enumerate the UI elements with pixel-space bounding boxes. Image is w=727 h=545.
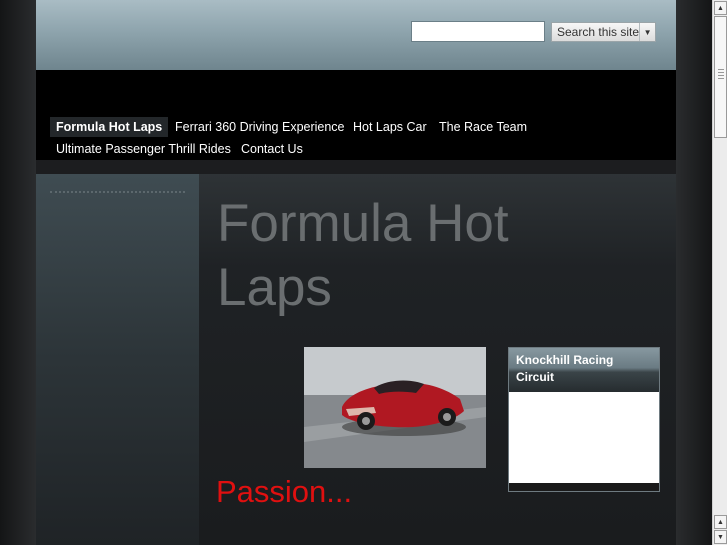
- scrollbar-grip: [718, 78, 724, 79]
- search-button[interactable]: Search this site ▼: [551, 22, 656, 42]
- scroll-down-icon[interactable]: ▼: [714, 530, 727, 544]
- page-background-left: [0, 0, 36, 545]
- nav-item-contact-us[interactable]: Contact Us: [235, 139, 309, 159]
- nav-item-thrill-rides[interactable]: Ultimate Passenger Thrill Rides: [50, 139, 237, 159]
- map-embed[interactable]: [509, 392, 659, 483]
- nav-item-race-team[interactable]: The Race Team: [433, 117, 533, 137]
- nav-item-hot-laps-car[interactable]: Hot Laps Car: [347, 117, 433, 137]
- page-title: Formula Hot Laps: [217, 194, 509, 317]
- scrollbar-grip: [718, 72, 724, 73]
- dropdown-arrow-icon[interactable]: ▼: [639, 23, 655, 41]
- sidebar: [36, 174, 199, 545]
- nav-item-ferrari-360[interactable]: Ferrari 360 Driving Experience: [169, 117, 351, 137]
- vertical-scrollbar[interactable]: ▲ ▲ ▼: [712, 0, 727, 545]
- scroll-up-icon[interactable]: ▲: [714, 515, 727, 529]
- site-page: Search this site ▼ Formula Hot Laps Ferr…: [36, 0, 676, 545]
- ferrari-photo: [304, 347, 486, 468]
- scrollbar-thumb[interactable]: [714, 16, 727, 138]
- site-header: Search this site ▼: [36, 0, 676, 70]
- search-input[interactable]: [411, 21, 545, 42]
- map-gadget-title: Knockhill Racing Circuit: [509, 348, 659, 392]
- map-gadget: Knockhill Racing Circuit: [508, 347, 660, 492]
- nav-item-formula-hot-laps[interactable]: Formula Hot Laps: [50, 117, 169, 137]
- main-content: Formula Hot Laps Knockhill Racing Circui…: [199, 174, 676, 545]
- scroll-up-icon[interactable]: ▲: [714, 1, 727, 15]
- scrollbar-grip: [718, 69, 724, 70]
- scrollbar-grip: [718, 75, 724, 76]
- sidebar-divider: [50, 191, 185, 193]
- page-background-right: [676, 0, 712, 545]
- search-button-label: Search this site: [557, 25, 640, 39]
- tagline: Passion...: [216, 474, 353, 509]
- main-navigation: Formula Hot Laps Ferrari 360 Driving Exp…: [36, 70, 676, 160]
